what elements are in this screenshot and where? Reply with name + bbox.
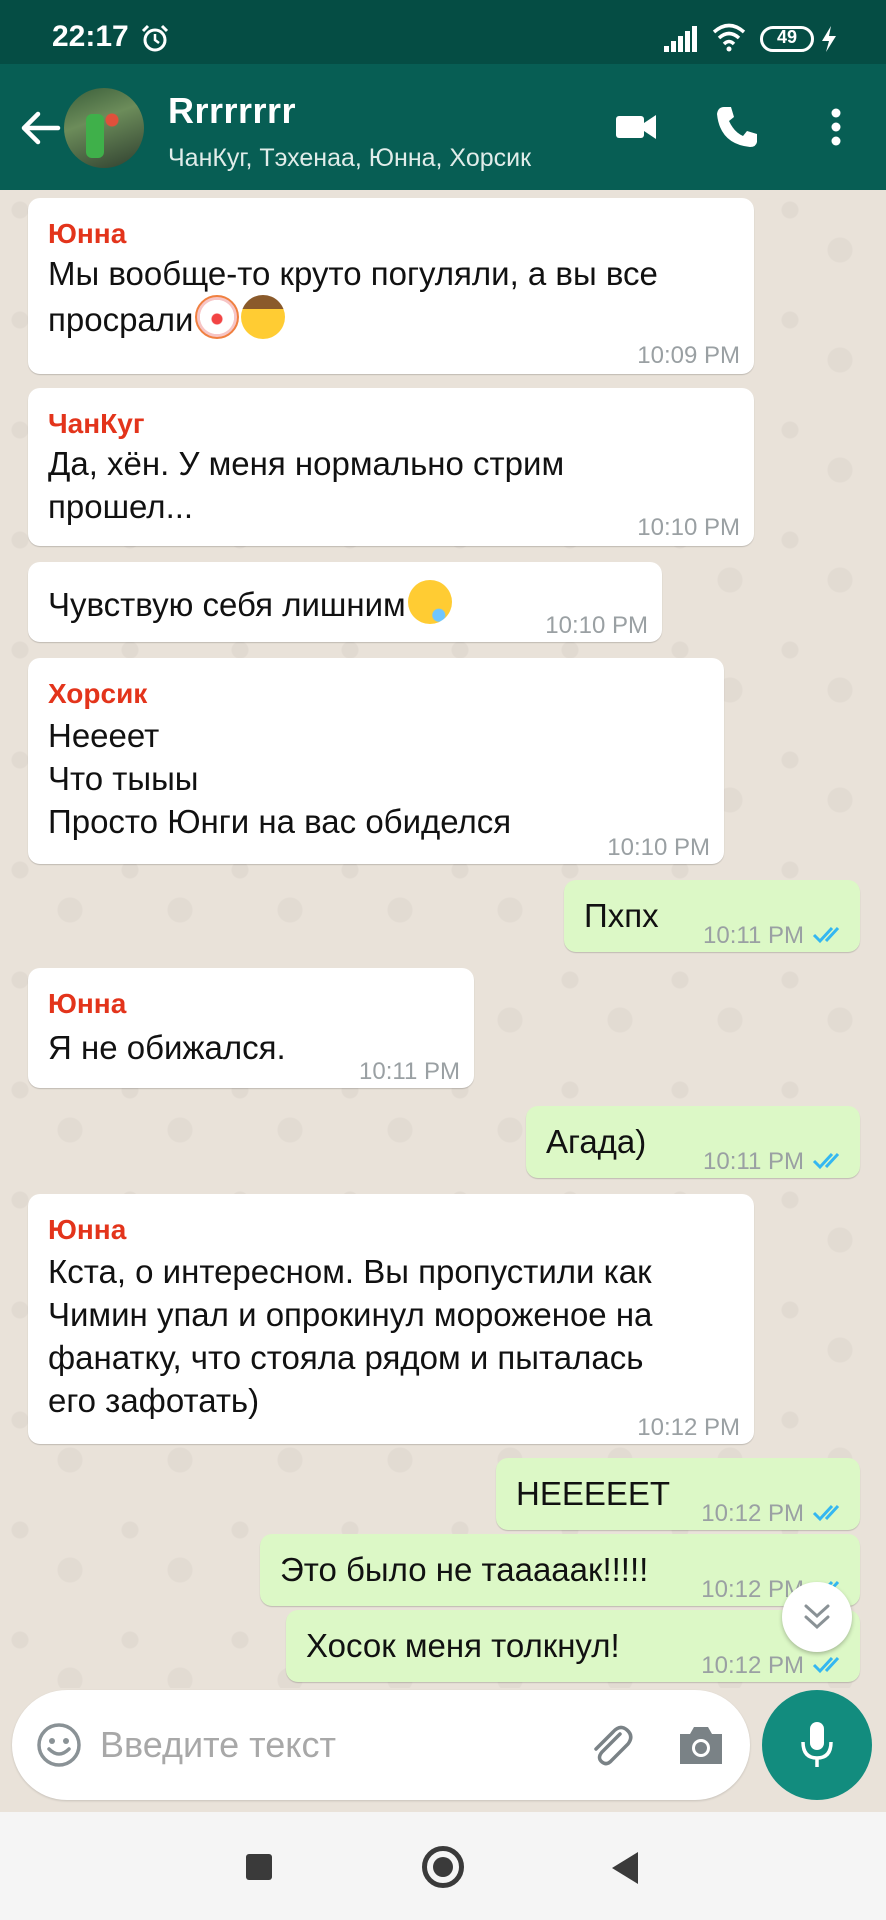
message-text: Я не обижался. [48,1029,286,1066]
chat-header: Rrrrrrrr ЧанКуг, Тэхенаа, Юнна, Хорсик [0,64,886,190]
read-receipt-icon [812,1656,840,1674]
status-bar: 22:17 49 [0,0,886,64]
message-text: Да, хён. У меня нормально стрим прошел..… [48,445,565,525]
message-time: 10:10 PM [545,612,648,639]
message-text: Пхпх [584,897,659,934]
message-text: Агада) [546,1123,647,1160]
message-bubble-outgoing[interactable]: Это было не тааааак!!!!! 10:12 PM [260,1534,860,1606]
alarm-icon [141,24,169,52]
message-time: 10:12 PM [701,1652,804,1679]
voice-record-button[interactable] [762,1690,872,1800]
message-time: 10:11 PM [703,1148,804,1175]
microphone-icon [801,1722,833,1767]
message-bubble[interactable]: Юнна Я не обижался. 10:11 PM [28,968,474,1088]
attach-icon[interactable] [586,1720,638,1772]
system-back-icon[interactable] [612,1852,638,1884]
message-bubble-outgoing[interactable]: Хосок меня толкнул! 10:12 PM [286,1610,860,1682]
sender-name: ЧанКуг [48,408,145,439]
message-time: 10:10 PM [607,834,710,861]
message-time: 10:12 PM [701,1500,804,1527]
status-time: 22:17 [52,20,129,53]
message-bubble[interactable]: Чувствую себя лишним 10:10 PM [28,562,662,642]
message-text: Кста, о интересном. Вы пропустили как Чи… [48,1253,653,1419]
charging-icon [822,26,836,52]
message-text: НЕЕЕЕЕТ [516,1475,671,1512]
scroll-to-bottom-button[interactable] [782,1582,852,1652]
message-bubble[interactable]: Юнна Мы вообще-то круто погуляли, а вы в… [28,198,754,374]
message-text: Хосок меня толкнул! [306,1627,620,1664]
sender-name: Хорсик [48,678,148,709]
group-avatar[interactable] [64,88,144,168]
message-bubble-outgoing[interactable]: Пхпх 10:11 PM [564,880,860,952]
read-receipt-icon [812,1504,840,1522]
chat-title[interactable]: Rrrrrrrr [168,90,296,132]
message-time: 10:09 PM [637,342,740,369]
message-bubble[interactable]: Юнна Кста, о интересном. Вы пропустили к… [28,1194,754,1444]
message-composer [12,1690,750,1800]
message-time: 10:11 PM [703,922,804,949]
battery-level: 49 [776,27,798,47]
camera-icon[interactable] [676,1722,726,1768]
back-arrow-icon[interactable] [18,106,62,150]
read-receipt-icon [812,926,840,944]
emoji-icon[interactable] [36,1722,82,1768]
recents-icon[interactable] [246,1854,272,1880]
signal-icon [664,26,697,52]
sender-name: Юнна [48,1214,127,1245]
double-chevron-down-icon [804,1604,830,1630]
message-text: Чувствую себя лишним [48,586,406,623]
message-bubble-outgoing[interactable]: НЕЕЕЕЕТ 10:12 PM [496,1458,860,1530]
cowboy-emoji-icon [241,295,286,339]
clown-emoji-icon [195,295,240,339]
message-bubble-outgoing[interactable]: Агада) 10:11 PM [526,1106,860,1178]
voice-call-icon[interactable] [712,102,762,152]
message-text: Неееет Что тыыы Просто Юнги на вас обиде… [48,717,512,840]
message-text: Это было не тааааак!!!!! [280,1551,649,1588]
message-time: 10:12 PM [637,1414,740,1441]
video-call-icon[interactable] [612,102,662,152]
message-input[interactable] [100,1714,570,1776]
wifi-icon [712,23,746,52]
battery-icon: 49 [760,26,814,52]
message-bubble[interactable]: ЧанКуг Да, хён. У меня нормально стрим п… [28,388,754,546]
more-options-icon[interactable] [812,102,852,152]
read-receipt-icon [812,1152,840,1170]
sender-name: Юнна [48,218,127,249]
sender-name: Юнна [48,988,127,1019]
system-nav-bar [0,1812,886,1920]
chat-area[interactable]: Юнна Мы вообще-то круто погуляли, а вы в… [0,190,886,1688]
message-time: 10:11 PM [359,1058,460,1085]
home-icon[interactable] [422,1846,464,1888]
participants-list[interactable]: ЧанКуг, Тэхенаа, Юнна, Хорсик [168,144,531,173]
message-bubble[interactable]: Хорсик Неееет Что тыыы Просто Юнги на ва… [28,658,724,864]
sleepy-emoji-icon [407,580,452,624]
message-time: 10:10 PM [637,514,740,541]
message-text: Мы вообще-то круто погуляли, а вы все пр… [48,255,658,338]
